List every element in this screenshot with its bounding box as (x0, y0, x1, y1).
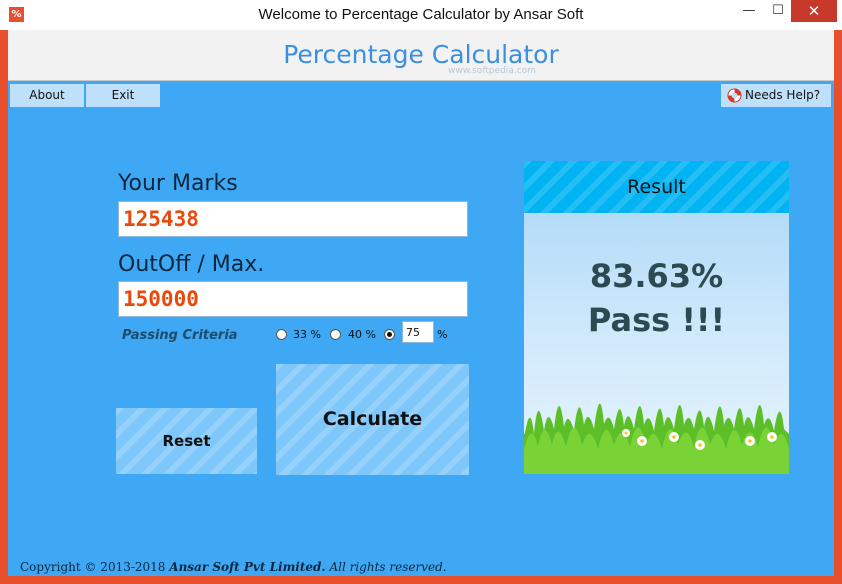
header-banner: Percentage Calculator www.softpedia.com (8, 30, 834, 81)
max-marks-input[interactable] (118, 281, 468, 317)
exit-button[interactable]: Exit (86, 84, 160, 107)
criteria-custom-radio[interactable] (384, 329, 395, 340)
calculate-button[interactable]: Calculate (276, 364, 469, 475)
needs-help-button[interactable]: Needs Help? (721, 84, 831, 107)
result-percentage: 83.63% (589, 257, 724, 295)
footer-copyright: Copyright © 2013-2018 (20, 560, 166, 574)
lifebuoy-icon (727, 88, 742, 103)
result-panel: Result 83.63% Pass !!! (524, 161, 789, 474)
minimize-button[interactable]: — (734, 0, 764, 22)
grass-illustration (524, 403, 789, 474)
close-button[interactable]: ✕ (791, 0, 837, 22)
your-marks-input[interactable] (118, 201, 468, 237)
page-title: Percentage Calculator (283, 40, 559, 69)
criteria-40-label: 40 % (348, 328, 376, 341)
result-header: Result (524, 161, 789, 213)
watermark: www.softpedia.com (448, 66, 536, 76)
maximize-button[interactable]: ☐ (763, 0, 793, 22)
result-status: Pass !!! (587, 301, 726, 339)
footer-company: Ansar Soft Pvt Limited. (169, 560, 326, 574)
window-title: Welcome to Percentage Calculator by Ansa… (258, 6, 584, 23)
criteria-33-radio[interactable] (276, 329, 287, 340)
percent-sign: % (437, 328, 448, 341)
footer: Copyright © 2013-2018 Ansar Soft Pvt Lim… (20, 560, 447, 574)
about-button[interactable]: About (10, 84, 84, 107)
criteria-40-radio[interactable] (330, 329, 341, 340)
app-window: % Welcome to Percentage Calculator by An… (0, 0, 842, 584)
needs-help-label: Needs Help? (745, 88, 821, 102)
title-bar[interactable]: % Welcome to Percentage Calculator by An… (0, 0, 842, 30)
client-area: Percentage Calculator www.softpedia.com … (8, 30, 834, 576)
criteria-33-label: 33 % (293, 328, 321, 341)
footer-rights: All rights reserved. (329, 560, 447, 574)
your-marks-label: Your Marks (118, 171, 238, 196)
passing-criteria-label: Passing Criteria (122, 328, 238, 343)
reset-button[interactable]: Reset (116, 408, 257, 474)
custom-criteria-input[interactable] (402, 321, 434, 343)
max-marks-label: OutOff / Max. (118, 252, 265, 277)
